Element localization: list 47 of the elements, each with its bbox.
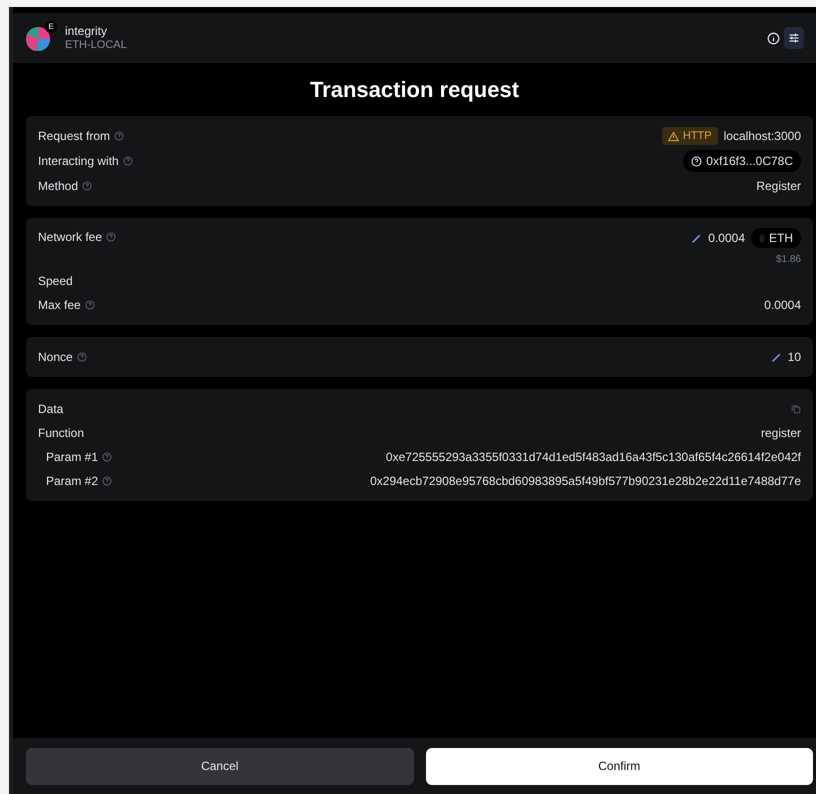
warning-icon xyxy=(668,130,679,142)
field-label: Max fee xyxy=(38,297,81,314)
field-label: Network fee xyxy=(38,229,102,246)
field-value: 0.0004 xyxy=(764,297,801,314)
info-icon[interactable] xyxy=(767,32,780,44)
network-name: ETH-LOCAL xyxy=(65,38,127,52)
field-value: 0xe725555293a3355f0331d74d1ed5f483ad16a43f5c130af65f4c26614f2e042f xyxy=(386,449,801,466)
fee-amount: 0.0004 xyxy=(708,230,745,247)
field-label: Interacting with xyxy=(38,153,119,170)
field-label: Method xyxy=(38,178,78,195)
field-value: 10 xyxy=(788,349,801,366)
network-badge: E xyxy=(45,21,57,33)
field-label: Function xyxy=(38,425,84,442)
field-value: Register xyxy=(756,178,801,195)
help-icon[interactable] xyxy=(122,156,133,166)
help-icon[interactable] xyxy=(84,300,95,310)
fiat-value: $1.86 xyxy=(776,253,801,267)
token-icon xyxy=(759,234,765,242)
field-label: Speed xyxy=(38,273,73,290)
field-label: Data xyxy=(38,401,64,418)
help-icon[interactable] xyxy=(76,352,87,362)
help-icon[interactable] xyxy=(82,181,92,191)
badge-text: HTTP xyxy=(682,128,712,144)
avatar-logo-icon xyxy=(25,24,53,52)
field-label: Param #2 xyxy=(46,473,98,490)
field-label: Param #1 xyxy=(46,449,98,466)
help-icon xyxy=(691,156,702,166)
help-icon[interactable] xyxy=(102,476,112,486)
page-title: Transaction request xyxy=(310,76,520,104)
token-chip: ETH xyxy=(751,228,801,248)
field-label: Request from xyxy=(38,128,110,145)
sliders-icon xyxy=(788,32,800,44)
pencil-icon[interactable] xyxy=(770,352,782,362)
help-icon[interactable] xyxy=(114,131,124,141)
field-value: register xyxy=(760,425,801,442)
cancel-button[interactable]: Cancel xyxy=(26,748,414,784)
help-icon[interactable] xyxy=(102,452,112,462)
field-label: Nonce xyxy=(38,349,73,366)
pencil-icon[interactable] xyxy=(691,232,702,244)
account-name: integrity xyxy=(65,24,108,39)
field-value: localhost:3000 xyxy=(724,128,801,145)
settings-button[interactable] xyxy=(784,27,804,49)
confirm-button[interactable]: Confirm xyxy=(426,748,813,784)
help-icon[interactable] xyxy=(106,232,116,242)
field-value: 0x294ecb72908e95768cbd60983895a5f49bf577b90231e28b2e22d11e7488d77e xyxy=(370,473,801,490)
address-chip[interactable]: 0xf16f3...0C78C xyxy=(683,150,801,172)
copy-icon[interactable] xyxy=(791,404,801,414)
